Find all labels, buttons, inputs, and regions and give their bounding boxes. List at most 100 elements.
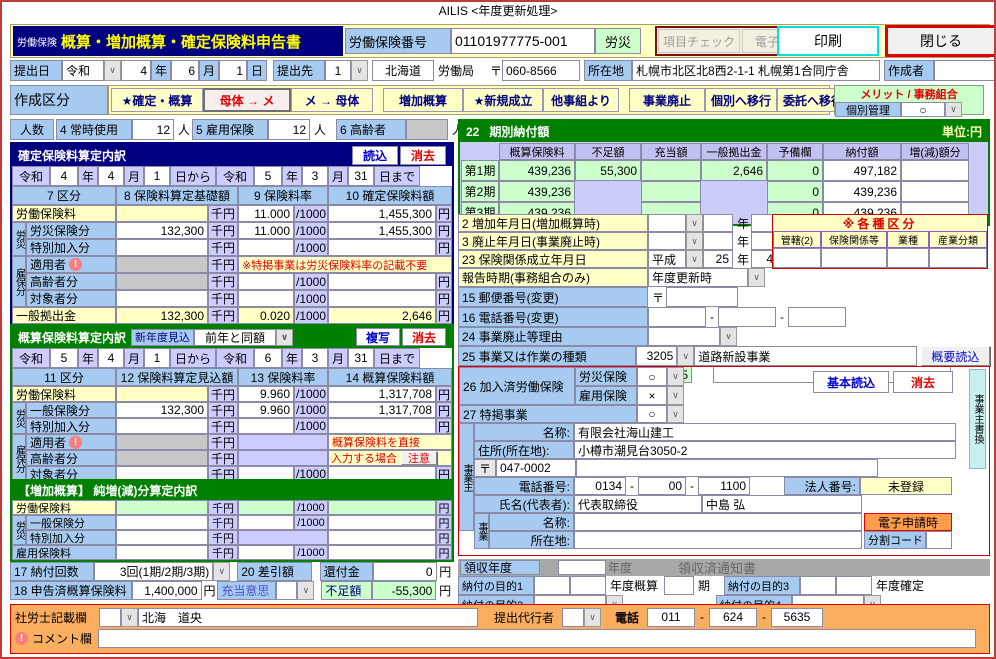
amount-field[interactable]: 1,455,300 — [328, 205, 436, 222]
base-field[interactable]: 132,300 — [116, 222, 208, 239]
amount-field[interactable] — [328, 273, 436, 290]
cell[interactable] — [641, 181, 701, 202]
cell[interactable] — [641, 160, 701, 181]
m-from[interactable]: 4 — [98, 166, 124, 186]
gaiyo-read-button[interactable]: 概要読込 — [920, 346, 990, 366]
y-from[interactable]: 4 — [50, 166, 78, 186]
rate-field[interactable]: 11.000 — [238, 222, 294, 239]
owner-name-field[interactable]: 有限会社海山建工 — [574, 423, 956, 441]
biz-name-field[interactable] — [574, 513, 862, 531]
rate-field[interactable]: 0.020 — [238, 307, 294, 324]
amount-field[interactable]: 1,317,708 — [328, 402, 436, 418]
submit-month-field[interactable]: 6 — [171, 60, 199, 81]
sangyo-field[interactable] — [929, 248, 987, 268]
submit-day-field[interactable]: 1 — [219, 60, 247, 81]
denshi-button[interactable]: 電子申請時 — [864, 513, 952, 531]
tab-me-botai[interactable]: メ → 母体 — [291, 88, 373, 112]
juto-select[interactable] — [275, 581, 298, 600]
era-select[interactable] — [648, 232, 686, 250]
d-from[interactable]: 1 — [144, 348, 170, 368]
era-select[interactable]: 平成 — [648, 250, 686, 268]
rep-title-field[interactable]: 代表取締役 — [574, 495, 702, 513]
dest-no-field[interactable]: 1 — [325, 60, 351, 81]
chevron-down-icon[interactable] — [667, 405, 684, 423]
rate-field[interactable] — [238, 239, 294, 256]
read-button[interactable]: 読込 — [352, 145, 398, 165]
rate-field[interactable] — [238, 515, 294, 530]
tel1-field[interactable] — [648, 307, 706, 327]
y-from[interactable]: 5 — [50, 348, 78, 368]
clear-button[interactable]: 消去 — [402, 328, 446, 346]
daiko-select[interactable] — [562, 607, 584, 627]
kankatsu-field[interactable] — [773, 248, 821, 268]
m-to[interactable]: 3 — [302, 166, 328, 186]
chevron-down-icon[interactable] — [121, 607, 138, 627]
owner-addr-field[interactable]: 小樽市潮見台3050-2 — [574, 441, 956, 459]
bunkatsu-field[interactable] — [926, 531, 952, 549]
base-field[interactable]: 132,300 — [116, 307, 208, 324]
amount-field[interactable]: 1,317,708 — [328, 386, 436, 402]
tel1-field[interactable]: 011 — [647, 607, 695, 627]
rate-field[interactable]: 9.960 — [238, 386, 294, 402]
amount-field[interactable] — [328, 545, 436, 560]
amount-field[interactable]: 2,646 — [328, 307, 436, 324]
era-select[interactable] — [648, 214, 686, 232]
tab-kobetsu-ikou[interactable]: 個別へ移行 — [705, 88, 777, 112]
rate-field[interactable] — [238, 545, 294, 560]
owner-tel1[interactable]: 0134 — [574, 477, 626, 495]
hoken-no-field[interactable]: 01101977775-001 — [451, 28, 595, 54]
chevron-down-icon[interactable] — [104, 60, 121, 81]
amount-field[interactable] — [328, 418, 436, 434]
base-field[interactable] — [116, 418, 208, 434]
base-field[interactable] — [116, 530, 208, 545]
refund-field[interactable]: 0 — [373, 562, 437, 581]
f18-field[interactable]: 1,400,000 — [132, 581, 202, 600]
chevron-down-icon[interactable] — [686, 214, 703, 232]
amount-field[interactable]: 1,455,300 — [328, 222, 436, 239]
amount-field[interactable] — [328, 515, 436, 530]
chevron-down-icon[interactable] — [748, 268, 765, 287]
chevron-down-icon[interactable] — [686, 232, 703, 250]
dest-pref-field[interactable]: 北海道 — [372, 60, 434, 81]
rate-field[interactable] — [238, 418, 294, 434]
report-select[interactable]: 年度更新時 — [648, 268, 748, 287]
d-to[interactable]: 31 — [348, 348, 374, 368]
tab-kakutei-gaisan[interactable]: ★確定・概算 — [111, 88, 203, 112]
base-field[interactable] — [116, 500, 208, 515]
basic-read-button[interactable]: 基本読込 — [813, 371, 889, 393]
m1-ki-field[interactable] — [664, 576, 694, 595]
tab-tajikumi-yori[interactable]: 他事組より — [543, 88, 619, 112]
caution-button[interactable]: 注意 — [401, 451, 437, 465]
riyuu-select[interactable] — [648, 327, 720, 346]
tab-haishi[interactable]: 事業廃止 — [629, 88, 705, 112]
chevron-down-icon[interactable] — [667, 367, 684, 386]
f17-select[interactable]: 3回(1期/2期/3期) — [94, 562, 214, 581]
zip-field[interactable] — [666, 287, 738, 307]
chevron-down-icon[interactable] — [945, 102, 962, 117]
sharoushi-field[interactable]: 北海 道央 — [138, 607, 478, 627]
amount-field[interactable] — [328, 530, 436, 545]
addr-field[interactable]: 札幌市北区北8西2-1-1 札幌第1合同庁舎 — [632, 60, 880, 81]
tel2-field[interactable]: 624 — [709, 607, 757, 627]
chevron-down-icon[interactable] — [686, 250, 703, 268]
rate-field[interactable]: 9.960 — [238, 402, 294, 418]
shurui-field[interactable]: 道路新設事業 — [694, 346, 917, 366]
gyoshu-field[interactable] — [887, 248, 929, 268]
biz-addr-field[interactable] — [574, 531, 862, 549]
chevron-down-icon[interactable] — [584, 607, 601, 627]
rate-field[interactable]: 11.000 — [238, 205, 294, 222]
m1-field-b[interactable] — [570, 576, 606, 595]
close-button[interactable]: 閉じる — [885, 25, 994, 57]
base-field[interactable] — [116, 205, 208, 222]
f5-field[interactable]: 12 — [268, 119, 310, 140]
chevron-down-icon[interactable] — [667, 386, 684, 405]
amount-field[interactable] — [328, 290, 436, 307]
owner-tel3[interactable]: 1100 — [698, 477, 750, 495]
copy-button[interactable]: 複写 — [356, 328, 400, 346]
tel3-field[interactable] — [788, 307, 846, 327]
clear-button[interactable]: 消去 — [400, 145, 446, 165]
owner-rewrite-strip[interactable]: 事業主書換 — [969, 369, 986, 469]
rate-field[interactable] — [238, 273, 294, 290]
base-field[interactable]: 132,300 — [116, 402, 208, 418]
base-field[interactable] — [116, 545, 208, 560]
